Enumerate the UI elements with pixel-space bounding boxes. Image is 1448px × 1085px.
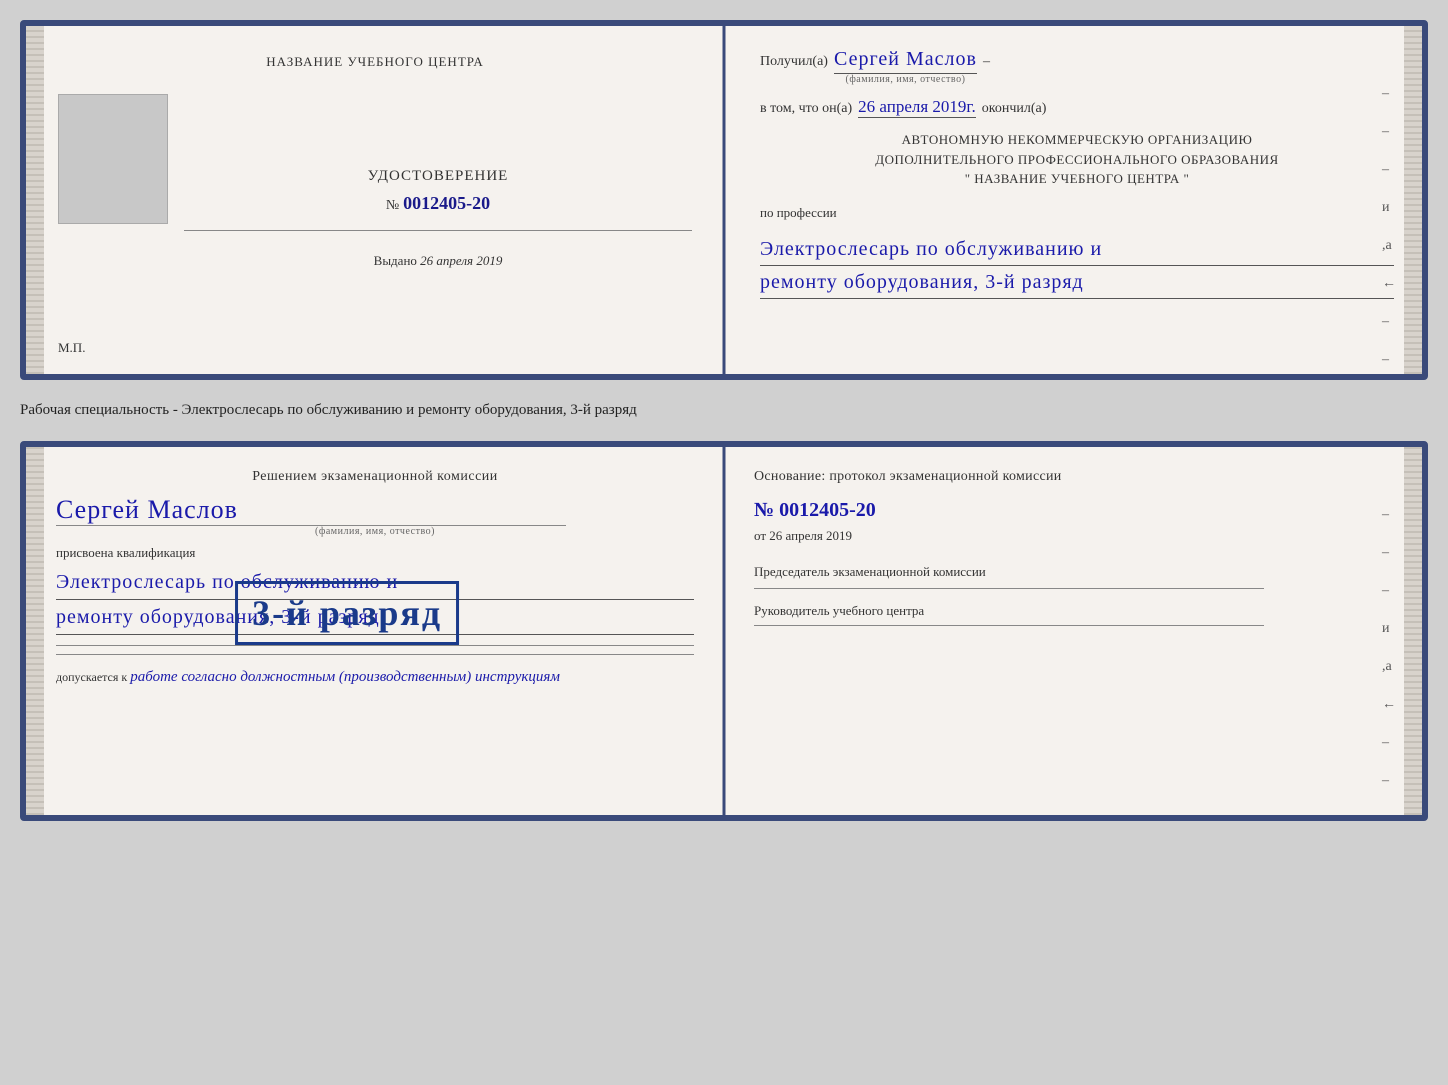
ot-date: 26 апреля 2019 [769,528,852,543]
cert-num-prefix: № [754,499,774,521]
divider-1 [56,645,694,646]
bottom-right-panel: Основание: протокол экзаменационной коми… [724,447,1422,815]
org-line2: ДОПОЛНИТЕЛЬНОГО ПРОФЕССИОНАЛЬНОГО ОБРАЗО… [760,150,1394,170]
stamp: 3-й разряд [235,581,459,645]
specialty-label: Рабочая специальность - Электрослесарь п… [20,398,1428,423]
predsedatel-sign-line [754,588,1264,589]
page-container: НАЗВАНИЕ УЧЕБНОГО ЦЕНТРА УДОСТОВЕРЕНИЕ №… [20,20,1428,821]
ot-date-row: от 26 апреля 2019 [754,528,1392,544]
top-certificate-card: НАЗВАНИЕ УЧЕБНОГО ЦЕНТРА УДОСТОВЕРЕНИЕ №… [20,20,1428,380]
osnovanie-title: Основание: протокол экзаменационной коми… [754,469,1392,485]
bottom-fio-caption: (фамилия, имя, отчество) [56,526,694,537]
vydano-date: 26 апреля 2019 [420,253,502,268]
cert-number-prefix: № [386,198,399,214]
vtom-row: в том, что он(а) 26 апреля 2019г. окончи… [760,97,1394,118]
bottom-divider-lines [56,645,694,655]
org-line3: " НАЗВАНИЕ УЧЕБНОГО ЦЕНТРА " [760,169,1394,189]
bottom-recipient-name: Сергей Маслов [56,495,694,525]
divider-line-1 [184,230,692,231]
right-dashes: – – – и ,а ← – – – [1382,86,1396,380]
stamp-text: 3-й разряд [252,592,442,634]
resheniem-title: Решением экзаменационной комиссии [56,469,694,485]
cert-number: 0012405-20 [403,193,490,214]
okochil-label: окончил(а) [982,101,1047,117]
photo-placeholder [58,94,168,224]
ot-label: от [754,528,766,543]
mp-label: М.П. [58,340,85,356]
profession-line2: ремонту оборудования, 3-й разряд [760,266,1394,299]
po-professii-label: по профессии [760,205,1394,221]
cert-num: 0012405-20 [779,499,876,521]
dash-top: – [983,54,990,70]
vydano-label: Выдано [374,253,417,268]
bottom-left-panel: Решением экзаменационной комиссии Сергей… [26,447,724,815]
bottom-cert-num: № 0012405-20 [754,499,1392,522]
poluchil-label: Получил(а) [760,54,828,70]
recipient-name-top: Сергей Маслов [834,48,977,74]
vydano-row: Выдано 26 апреля 2019 [374,253,503,269]
rukovoditel-sign-line [754,625,1264,626]
rukovoditel-block: Руководитель учебного центра [754,603,1392,619]
bottom-name-block: Сергей Маслов (фамилия, имя, отчество) [56,495,694,537]
completed-date: 26 апреля 2019г. [858,97,976,118]
fio-caption-top: (фамилия, имя, отчество) [846,74,966,85]
divider-2 [56,654,694,655]
cert-top-right-panel: Получил(а) Сергей Маслов (фамилия, имя, … [724,26,1422,374]
profession-line1: Электрослесарь по обслуживанию и [760,233,1394,266]
profession-block: Электрослесарь по обслуживанию и ремонту… [760,233,1394,299]
bottom-certificate-card: Решением экзаменационной комиссии Сергей… [20,441,1428,821]
dopuskaetsya-value: работе согласно должностным (производств… [130,669,560,685]
org-line1: АВТОНОМНУЮ НЕКОММЕРЧЕСКУЮ ОРГАНИЗАЦИЮ [760,130,1394,150]
dopuskaetsya-label: допускается к [56,670,127,684]
cert-top-left-panel: НАЗВАНИЕ УЧЕБНОГО ЦЕНТРА УДОСТОВЕРЕНИЕ №… [26,26,724,374]
school-name-top: НАЗВАНИЕ УЧЕБНОГО ЦЕНТРА [266,54,483,70]
dopuskaetsya-row: допускается к работе согласно должностны… [56,669,694,686]
org-block: АВТОНОМНУЮ НЕКОММЕРЧЕСКУЮ ОРГАНИЗАЦИЮ ДО… [760,130,1394,189]
poluchil-row: Получил(а) Сергей Маслов (фамилия, имя, … [760,48,1394,85]
vtom-label: в том, что он(а) [760,101,852,117]
cert-center-block: УДОСТОВЕРЕНИЕ № 0012405-20 Выдано 26 апр… [184,90,692,346]
prisvoena-label: присвоена квалификация [56,545,694,561]
bottom-right-dashes: – – – и ,а ← – – – [1382,507,1396,821]
predsedatel-block: Председатель экзаменационной комиссии [754,564,1392,580]
udostoverenie-label: УДОСТОВЕРЕНИЕ [368,168,509,185]
